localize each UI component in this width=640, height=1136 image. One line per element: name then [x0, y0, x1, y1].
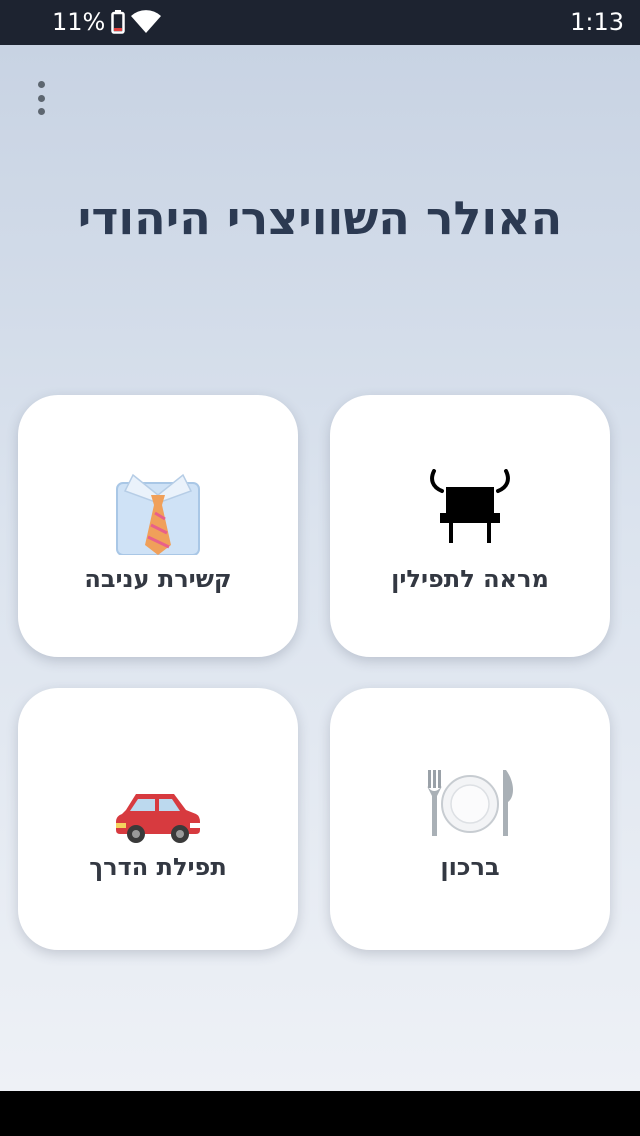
plate-cutlery-icon: [427, 770, 513, 836]
birkon-card[interactable]: ברכון: [330, 688, 610, 950]
tie-knotting-label: קשירת עניבה: [84, 565, 232, 593]
travelers-prayer-label: תפילת הדרך: [89, 853, 227, 881]
car-icon: [116, 794, 200, 843]
status-bar: 11% 1:13: [0, 0, 640, 45]
status-left: 11%: [52, 8, 162, 36]
shirt-tie-icon: [116, 473, 200, 555]
status-time: 1:13: [570, 8, 624, 36]
app-screen: האולר השוויצרי היהודי מראה לתפילין קשירת…: [0, 45, 640, 1091]
system-nav-bar: [0, 1091, 640, 1136]
page-title: האולר השוויצרי היהודי: [77, 191, 563, 245]
wifi-icon: [131, 10, 162, 33]
tefillin-mirror-label: מראה לתפילין: [391, 565, 549, 593]
travelers-prayer-card[interactable]: תפילת הדרך: [18, 688, 298, 950]
battery-icon: [111, 10, 126, 34]
birkon-label: ברכון: [440, 853, 500, 881]
more-vert-icon: [37, 81, 45, 88]
tefillin-mirror-card[interactable]: מראה לתפילין: [330, 395, 610, 657]
tie-knotting-card[interactable]: קשירת עניבה: [18, 395, 298, 657]
more-options-button[interactable]: [28, 81, 54, 115]
more-vert-dot: [37, 108, 45, 115]
tefillin-icon: [430, 469, 510, 543]
more-vert-dot: [37, 94, 45, 102]
battery-percent: 11%: [52, 8, 106, 36]
